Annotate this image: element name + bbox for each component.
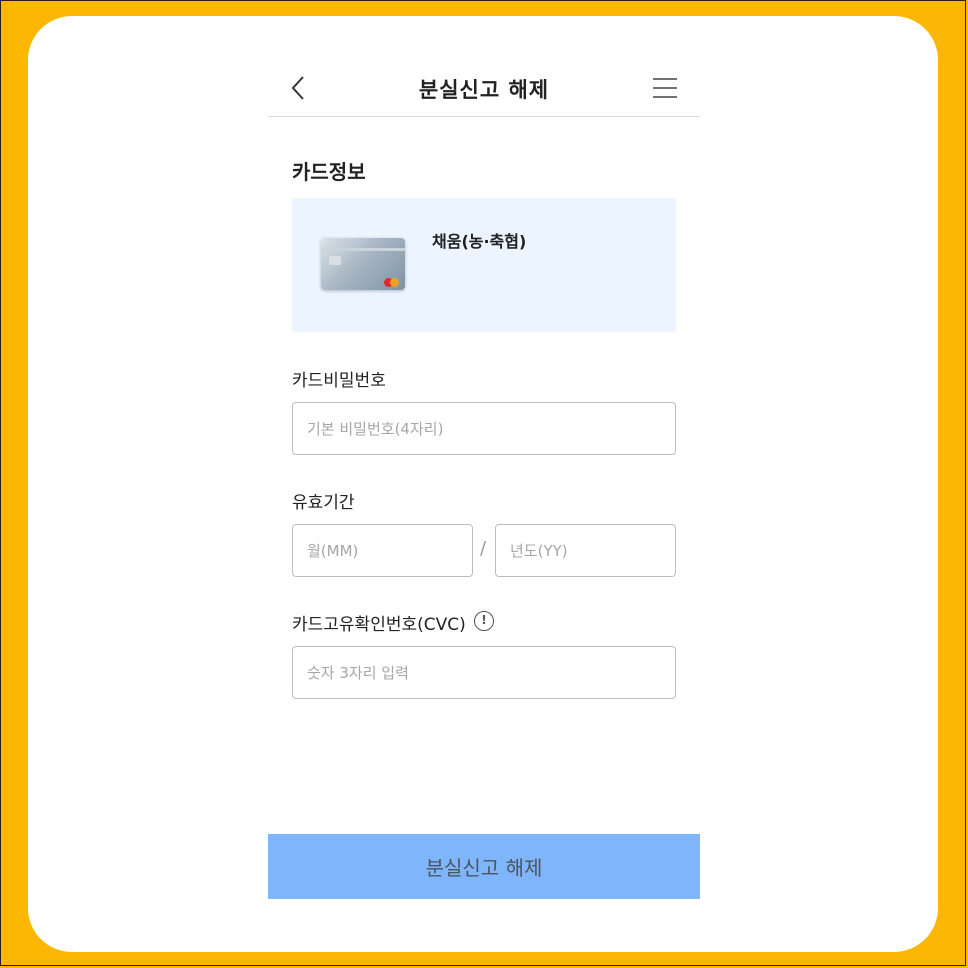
card-info-box: 채움(농·축협) xyxy=(292,198,676,332)
expiry-year-input[interactable] xyxy=(495,524,676,577)
cvc-input[interactable] xyxy=(292,646,676,699)
card-brand-logo-orange xyxy=(390,278,399,287)
card-image xyxy=(321,238,405,290)
top-header: 분실신고 해제 xyxy=(268,60,700,117)
info-icon[interactable]: ! xyxy=(474,611,494,631)
card-info-title: 카드정보 xyxy=(292,160,366,184)
expiry-month-input[interactable] xyxy=(292,524,473,577)
password-label: 카드비밀번호 xyxy=(292,371,386,391)
expiry-label: 유효기간 xyxy=(292,493,355,513)
card-stripe xyxy=(321,248,405,251)
mobile-screen: 분실신고 해제 카드정보 채움(농·축협) 카드비밀번호 유효기간 / 카드고유… xyxy=(268,60,700,905)
menu-button[interactable] xyxy=(652,76,678,100)
page-title: 분실신고 해제 xyxy=(418,78,550,102)
card-name: 채움(농·축협) xyxy=(432,232,527,251)
hamburger-menu-icon xyxy=(653,78,677,98)
expiry-separator: / xyxy=(480,538,487,559)
release-loss-report-button[interactable]: 분실신고 해제 xyxy=(268,834,700,899)
cvc-label: 카드고유확인번호(CVC) xyxy=(292,615,466,635)
card-chip xyxy=(329,256,341,265)
card-password-input[interactable] xyxy=(292,402,676,455)
